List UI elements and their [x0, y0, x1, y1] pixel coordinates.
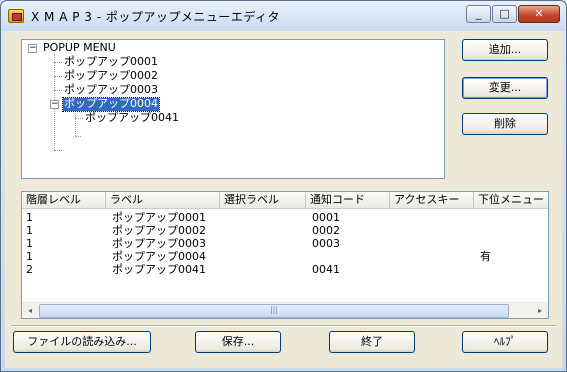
- close-button[interactable]: ✕: [518, 5, 560, 23]
- column-header-submenu[interactable]: 下位メニュー: [474, 192, 548, 209]
- cell-notify-code: 0003: [312, 237, 340, 250]
- cell-label: ポップアップ0002: [112, 224, 206, 237]
- tree-node-item-selected[interactable]: ポップアップ0004: [62, 97, 160, 112]
- window-title: X M A P 3 - ポップアップメニューエディタ: [31, 10, 281, 24]
- tree-connector: [54, 150, 62, 151]
- cell-level: 1: [26, 237, 33, 250]
- cell-label: ポップアップ0004: [112, 250, 206, 263]
- table-row[interactable]: 1 ポップアップ0001 0001: [22, 211, 548, 224]
- cell-notify-code: 0041: [312, 263, 340, 276]
- scroll-right-icon[interactable]: ▸: [532, 303, 548, 318]
- cell-label: ポップアップ0041: [112, 263, 206, 276]
- menu-tree-view[interactable]: − POPUP MENU ポップアップ0001 ポップアップ0002 ポップアッ…: [21, 39, 445, 179]
- column-header-label[interactable]: ラベル: [106, 192, 220, 209]
- exit-button[interactable]: 終了: [329, 331, 415, 353]
- change-button[interactable]: 変更...: [462, 77, 548, 99]
- column-header-level[interactable]: 階層レベル: [22, 192, 106, 209]
- column-header-access-key[interactable]: アクセスキー: [390, 192, 474, 209]
- scroll-left-icon[interactable]: ◂: [22, 303, 38, 318]
- table-row[interactable]: 2 ポップアップ0041 0041: [22, 263, 548, 276]
- main-window: X M A P 3 - ポップアップメニューエディタ _ □ ✕ − POPUP…: [0, 0, 567, 372]
- delete-button[interactable]: 削除: [462, 113, 548, 135]
- tree-node-item[interactable]: ポップアップ0003: [64, 84, 158, 97]
- cell-label: ポップアップ0003: [112, 237, 206, 250]
- table-row[interactable]: 1 ポップアップ0002 0002: [22, 224, 548, 237]
- cell-level: 1: [26, 250, 33, 263]
- load-file-button[interactable]: ファイルの読み込み...: [13, 331, 151, 353]
- title-bar[interactable]: X M A P 3 - ポップアップメニューエディタ _ □ ✕: [1, 1, 566, 31]
- menu-item-list[interactable]: 階層レベル ラベル 選択ラベル 通知コード アクセスキー 下位メニュー 1 ポッ…: [21, 191, 549, 319]
- divider: [11, 325, 556, 327]
- tree-connector: [54, 62, 62, 63]
- tree-node-item[interactable]: ポップアップ0001: [64, 56, 158, 69]
- cell-level: 1: [26, 224, 33, 237]
- cell-submenu: 有: [480, 250, 491, 263]
- add-button[interactable]: 追加...: [462, 39, 548, 61]
- cell-label: ポップアップ0001: [112, 211, 206, 224]
- column-header-notify-code[interactable]: 通知コード: [306, 192, 390, 209]
- tree-node-item[interactable]: ポップアップ0002: [64, 70, 158, 83]
- client-area: − POPUP MENU ポップアップ0001 ポップアップ0002 ポップアッ…: [5, 31, 562, 368]
- tree-connector: [75, 136, 81, 137]
- tree-connector: [75, 118, 83, 119]
- minimize-button[interactable]: _: [466, 5, 491, 23]
- cell-level: 1: [26, 211, 33, 224]
- help-button[interactable]: ﾍﾙﾌﾟ: [462, 331, 548, 353]
- maximize-button[interactable]: □: [492, 5, 517, 23]
- table-row[interactable]: 1 ポップアップ0004 有: [22, 250, 548, 263]
- table-row[interactable]: 1 ポップアップ0003 0003: [22, 237, 548, 250]
- cell-level: 2: [26, 263, 33, 276]
- horizontal-scrollbar[interactable]: ◂ ||| ▸: [22, 302, 548, 318]
- tree-node-child[interactable]: ポップアップ0041: [85, 112, 179, 125]
- tree-connector: [75, 110, 76, 136]
- app-icon: [8, 9, 24, 23]
- list-header: 階層レベル ラベル 選択ラベル 通知コード アクセスキー 下位メニュー: [22, 192, 548, 209]
- tree-connector: [54, 76, 62, 77]
- scrollbar-thumb[interactable]: |||: [39, 304, 509, 318]
- collapse-root-icon[interactable]: −: [28, 44, 37, 53]
- cell-notify-code: 0001: [312, 211, 340, 224]
- save-button[interactable]: 保存...: [195, 331, 281, 353]
- cell-notify-code: 0002: [312, 224, 340, 237]
- collapse-item-icon[interactable]: −: [50, 100, 59, 109]
- column-header-select-label[interactable]: 選択ラベル: [220, 192, 306, 209]
- tree-connector: [54, 90, 62, 91]
